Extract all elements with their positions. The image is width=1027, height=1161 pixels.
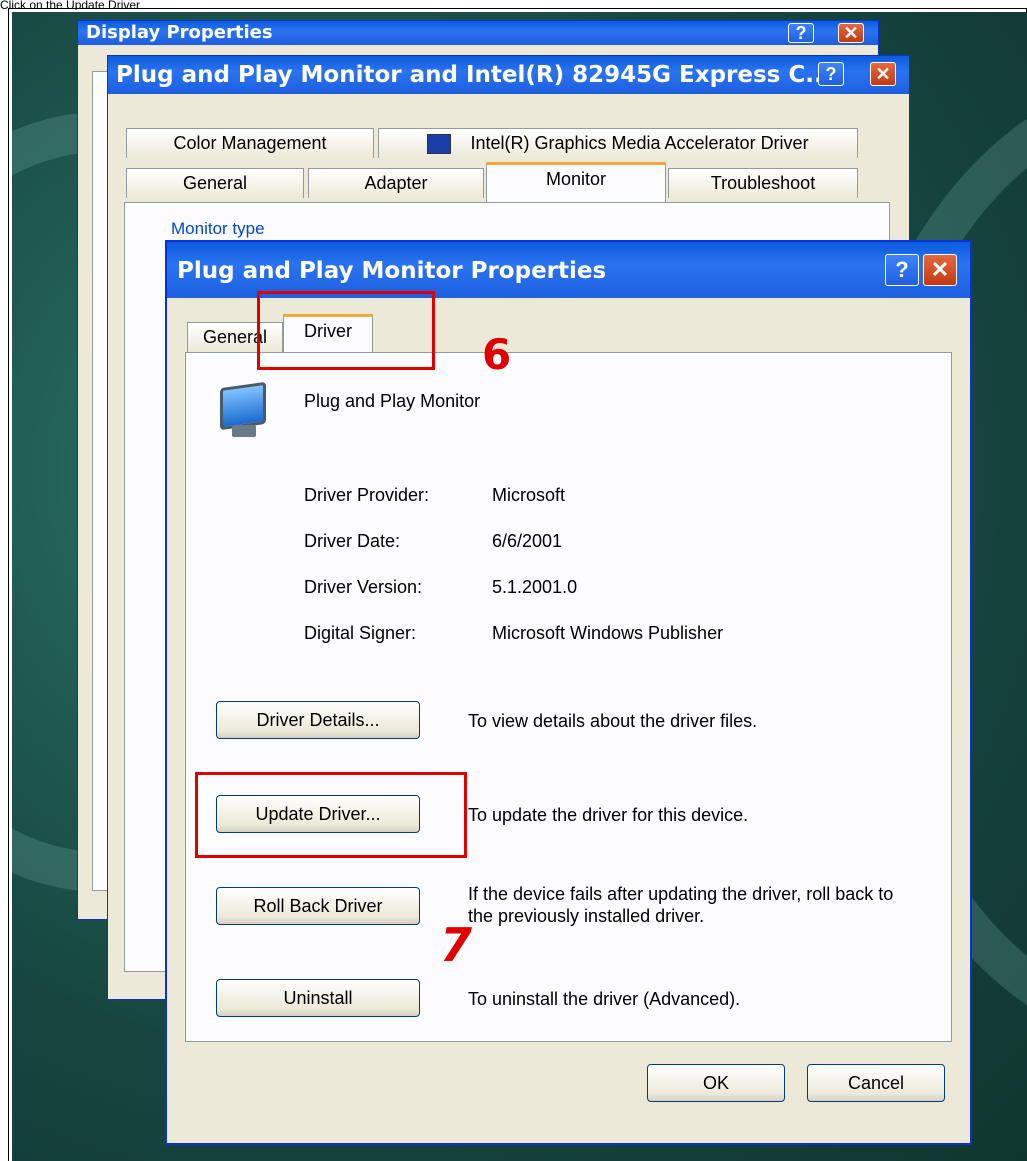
close-button[interactable]: ✕ bbox=[923, 254, 957, 286]
step7-label: 7 bbox=[440, 918, 473, 972]
ok-button[interactable]: OK bbox=[647, 1064, 785, 1102]
driver-date-label: Driver Date: bbox=[304, 531, 401, 551]
close-button[interactable]: ✕ bbox=[870, 62, 896, 86]
tab-label: General bbox=[182, 173, 248, 193]
step7-highlight-box bbox=[195, 772, 467, 858]
driver-version-value: 5.1.2001.0 bbox=[492, 577, 578, 597]
help-button[interactable]: ? bbox=[818, 62, 844, 86]
tab-label: Color Management bbox=[173, 133, 327, 153]
driver-details-description: To view details about the driver files. bbox=[468, 711, 758, 731]
tab-adapter[interactable]: Adapter bbox=[308, 168, 484, 198]
monitor-properties-window: Plug and Play Monitor Properties ? ✕ Gen… bbox=[165, 240, 972, 1145]
window-title: Plug and Play Monitor Properties bbox=[177, 258, 607, 284]
help-button[interactable]: ? bbox=[788, 23, 814, 43]
tab-monitor[interactable]: Monitor bbox=[486, 162, 666, 202]
roll-back-driver-button[interactable]: Roll Back Driver bbox=[216, 887, 420, 925]
driver-date-value: 6/6/2001 bbox=[492, 531, 563, 551]
device-name: Plug and Play Monitor bbox=[304, 391, 481, 411]
display-properties-titlebar: Display Properties bbox=[78, 21, 878, 45]
window-title: Plug and Play Monitor and Intel(R) 82945… bbox=[116, 62, 832, 88]
monitor-type-label: Monitor type bbox=[171, 219, 265, 238]
driver-tab-panel: Plug and Play Monitor Driver Provider: M… bbox=[185, 352, 952, 1042]
driver-provider-label: Driver Provider: bbox=[304, 485, 430, 505]
monitor-properties-titlebar: Plug and Play Monitor Properties bbox=[167, 242, 970, 298]
tab-color-management[interactable]: Color Management bbox=[126, 128, 374, 158]
step6-highlight-box bbox=[257, 291, 435, 370]
update-driver-description: To update the driver for this device. bbox=[468, 805, 749, 825]
help-button[interactable]: ? bbox=[885, 254, 919, 286]
cancel-button[interactable]: Cancel bbox=[807, 1064, 945, 1102]
monitor-icon bbox=[220, 381, 266, 441]
uninstall-button[interactable]: Uninstall bbox=[216, 979, 420, 1017]
digital-signer-label: Digital Signer: bbox=[304, 623, 417, 643]
window-title: Display Properties bbox=[86, 22, 273, 43]
intel-graphics-icon bbox=[427, 134, 452, 155]
tab-label: Adapter bbox=[364, 173, 428, 193]
monitor-adapter-titlebar: Plug and Play Monitor and Intel(R) 82945… bbox=[108, 56, 909, 94]
digital-signer-value: Microsoft Windows Publisher bbox=[492, 623, 724, 643]
tab-label: Intel(R) Graphics Media Accelerator Driv… bbox=[470, 133, 809, 153]
driver-version-label: Driver Version: bbox=[304, 577, 423, 597]
driver-provider-value: Microsoft bbox=[492, 485, 566, 505]
tab-label: Monitor bbox=[545, 169, 607, 189]
tab-troubleshoot[interactable]: Troubleshoot bbox=[668, 168, 858, 198]
tab-intel-graphics[interactable]: Intel(R) Graphics Media Accelerator Driv… bbox=[378, 128, 858, 158]
tab-general[interactable]: General bbox=[126, 168, 304, 198]
uninstall-description: To uninstall the driver (Advanced). bbox=[468, 989, 741, 1009]
roll-back-driver-description: If the device fails after updating the d… bbox=[468, 884, 894, 926]
step6-label: 6 bbox=[482, 330, 512, 379]
driver-details-button[interactable]: Driver Details... bbox=[216, 701, 420, 739]
close-button[interactable]: ✕ bbox=[838, 23, 864, 43]
tab-label: Troubleshoot bbox=[710, 173, 816, 193]
